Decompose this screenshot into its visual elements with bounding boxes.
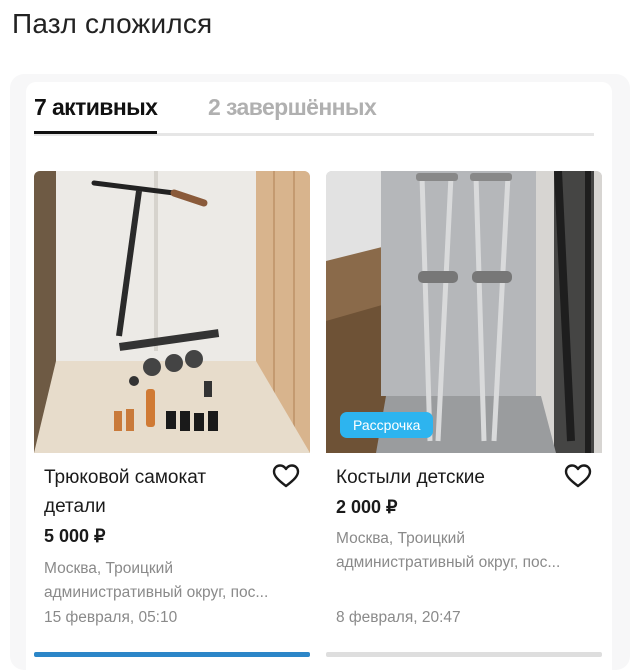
listing-title[interactable]: Трюковой самокат детали — [44, 463, 264, 521]
app-screenshot: 7 активных 2 завершённых Трюковой самока… — [10, 74, 630, 670]
tabs-bar: 7 активных 2 завершённых — [34, 94, 594, 136]
listing-location: Москва, Троицкий административный округ,… — [44, 560, 269, 601]
next-card-edge — [34, 652, 310, 657]
listing-card[interactable]: Трюковой самокат детали 5 000 ₽ Москва, … — [34, 171, 310, 646]
listing-date: 8 февраля, 20:47 — [336, 609, 461, 626]
next-card-edge — [326, 652, 602, 657]
tab-active-listings[interactable]: 7 активных — [34, 94, 158, 134]
installment-badge: Рассрочка — [340, 412, 434, 438]
listing-date: 15 февраля, 05:10 — [44, 609, 178, 626]
post-title: Пазл сложился — [12, 8, 213, 39]
listing-location: Москва, Троицкий административный округ,… — [336, 530, 561, 571]
heart-outline-icon[interactable] — [272, 463, 300, 489]
listing-price: 2 000 ₽ — [336, 497, 398, 517]
crutches-photo[interactable] — [326, 171, 602, 453]
listing-price: 5 000 ₽ — [44, 526, 106, 546]
heart-outline-icon[interactable] — [564, 463, 592, 489]
listing-card[interactable]: Рассрочка Костыли детские 2 000 ₽ Москва… — [326, 171, 602, 646]
scooter-parts-photo[interactable] — [34, 171, 310, 453]
tab-completed-listings[interactable]: 2 завершённых — [208, 94, 377, 134]
listing-title[interactable]: Костыли детские — [336, 463, 556, 492]
